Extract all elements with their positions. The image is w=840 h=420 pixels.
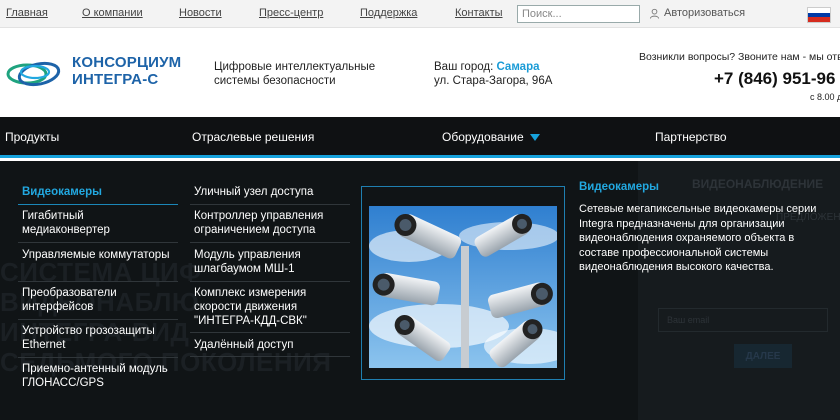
description-text: Сетевые мегапиксельные видеокамеры серии… <box>579 203 817 273</box>
nav-item-partnership[interactable]: Партнерство <box>655 130 727 144</box>
divider <box>18 319 178 320</box>
login-link[interactable]: Авторизоваться <box>649 7 745 19</box>
divider <box>18 357 178 358</box>
menu-item-managed-switches[interactable]: Управляемые коммутаторы <box>22 248 172 262</box>
brand-line1: КОНСОРЦИУМ <box>72 54 182 71</box>
nav-item-products[interactable]: Продукты <box>5 130 59 144</box>
divider <box>190 356 350 357</box>
nav-item-label: Отраслевые решения <box>192 130 315 144</box>
divider <box>190 204 350 205</box>
background-subscribe-card <box>638 161 840 420</box>
toplink-press[interactable]: Пресс-центр <box>259 7 323 19</box>
menu-item-media-converter[interactable]: Гигабитный медиаконвертер <box>22 209 172 237</box>
tagline-line2: системы безопасности <box>214 75 336 87</box>
divider <box>190 242 350 243</box>
cctv-cameras-image[interactable] <box>369 206 557 368</box>
menu-item-remote-access[interactable]: Удалённый доступ <box>194 338 349 352</box>
dropdown-triangle-icon <box>529 133 540 141</box>
nav-item-label: Продукты <box>5 130 60 144</box>
menu-item-glonass-module[interactable]: Приемно-антенный модуль ГЛОНАСС/GPS <box>22 362 172 390</box>
language-flag-icon[interactable] <box>807 7 831 23</box>
city-label: Ваш город: <box>434 61 494 73</box>
menu-item-access-controller[interactable]: Контроллер управления ограничением досту… <box>194 209 349 237</box>
menu-item-street-access-node[interactable]: Уличный узел доступа <box>194 185 349 199</box>
divider <box>18 242 178 243</box>
divider <box>190 281 350 282</box>
address: ул. Стара-Загора, 96А <box>434 75 553 87</box>
tagline-line1: Цифровые интеллектуальные <box>214 61 376 73</box>
background-card-title: ВИДЕОНАБЛЮДЕНИЕ <box>692 177 824 191</box>
nav-item-equipment[interactable]: Оборудование <box>442 130 540 144</box>
top-bar: Главная О компании Новости Пресс-центр П… <box>0 0 840 28</box>
nav-item-label: Партнерство <box>655 130 727 144</box>
divider <box>18 204 178 205</box>
user-icon <box>649 8 660 19</box>
working-hours: с 8.00 д <box>810 92 840 102</box>
consortium-logo-icon[interactable] <box>5 55 67 93</box>
main-nav: Продукты Отраслевые решения Оборудование… <box>0 117 840 158</box>
city-selector[interactable]: Самара <box>496 61 539 73</box>
brand-line2: ИНТЕГРА-С <box>72 71 159 88</box>
divider <box>190 332 350 333</box>
background-next-button: ДАЛЕЕ <box>734 344 792 368</box>
search-input[interactable] <box>517 5 640 23</box>
menu-item-speed-complex[interactable]: Комплекс измерения скорости движения "ИН… <box>194 286 349 328</box>
toplink-home[interactable]: Главная <box>6 7 48 19</box>
nav-item-industry-solutions[interactable]: Отраслевые решения <box>192 130 314 144</box>
city-block: Ваш город: Самара ул. Стара-Загора, 96А <box>434 60 552 88</box>
description-title[interactable]: Видеокамеры <box>579 181 659 193</box>
toplink-news[interactable]: Новости <box>179 7 222 19</box>
toplink-about[interactable]: О компании <box>82 7 143 19</box>
equipment-dropdown: СИСТЕМА ЦИФ ВИДЕОНАБЛЮ ИНТЕГРА-ВИД СЕДЬМ… <box>0 161 840 420</box>
login-label: Авторизоваться <box>664 7 746 19</box>
nav-item-label: Оборудование <box>442 130 524 144</box>
flag-stripe-red <box>808 17 830 22</box>
toplink-contacts[interactable]: Контакты <box>455 7 503 19</box>
divider <box>18 281 178 282</box>
brand-name[interactable]: КОНСОРЦИУМ ИНТЕГРА-С <box>72 54 181 88</box>
toplink-support[interactable]: Поддержка <box>360 7 417 19</box>
tagline: Цифровые интеллектуальные системы безопа… <box>214 60 375 88</box>
phone-number[interactable]: +7 (846) 951-96 <box>714 69 835 89</box>
site-header: КОНСОРЦИУМ ИНТЕГРА-С Цифровые интеллекту… <box>0 29 840 117</box>
menu-item-surge-protection[interactable]: Устройство грозозащиты Ethernet <box>22 324 172 352</box>
menu-item-interface-converters[interactable]: Преобразователи интерфейсов <box>22 286 172 314</box>
background-email-field: Ваш email <box>658 308 828 332</box>
menu-item-videocameras[interactable]: Видеокамеры <box>22 185 172 199</box>
contact-question: Возникли вопросы? Звоните нам - мы отв <box>639 51 840 63</box>
menu-item-barrier-module[interactable]: Модуль управления шлагбаумом МШ-1 <box>194 248 349 276</box>
